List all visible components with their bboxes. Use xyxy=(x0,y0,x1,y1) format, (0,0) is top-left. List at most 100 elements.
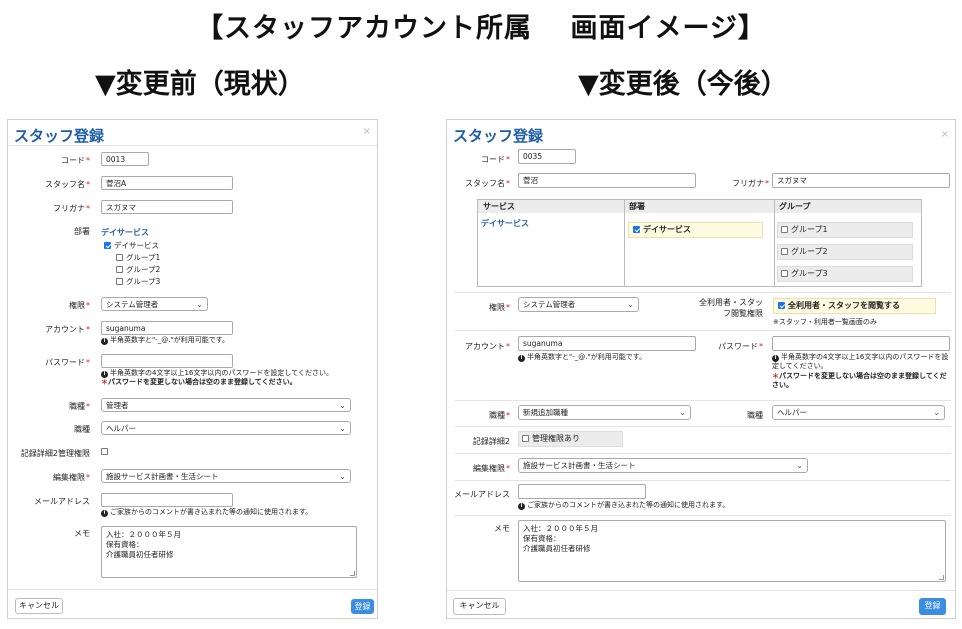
job2-select[interactable]: ヘルパー ⌄ xyxy=(101,421,351,435)
page-title: 【スタッフアカウント所属 画面イメージ】 xyxy=(196,13,766,44)
chevron-down-icon: ⌄ xyxy=(627,300,634,309)
kana-input[interactable]: スガヌマ xyxy=(101,200,233,214)
checkbox-icon xyxy=(522,435,529,442)
password-label: パスワード* xyxy=(718,342,763,351)
mail-input[interactable] xyxy=(101,493,233,507)
group-checkbox-3[interactable]: グループ3 xyxy=(777,266,913,282)
mail-note: i ご家族からのコメントが書き込まれた等の通知に使用されます。 xyxy=(518,501,729,510)
authority-label: 権限* xyxy=(69,301,90,310)
group-checkbox-2[interactable]: グループ2 xyxy=(116,264,160,275)
table-header-dept: 部署 xyxy=(624,200,774,213)
memo-textarea[interactable]: 入社：２０００年５月 保有資格： 介護職員初任者研修 xyxy=(518,520,946,582)
account-input[interactable]: suganuma xyxy=(101,321,233,335)
checkbox-checked-icon xyxy=(104,242,111,249)
close-icon[interactable]: × xyxy=(941,129,949,140)
password-warning: ＊パスワードを変更しない場合は空のまま登録してください。 xyxy=(772,372,947,389)
staff-name-input[interactable]: 菅沼 xyxy=(518,173,696,188)
all-users-label: 全利用者・スタッフ閲覧権限 xyxy=(699,298,763,318)
checkbox-icon xyxy=(781,226,788,233)
resize-handle-icon[interactable] xyxy=(939,575,944,580)
divider xyxy=(455,330,951,331)
password-label: パスワード* xyxy=(45,358,90,367)
kana-input[interactable]: スガヌマ xyxy=(772,173,950,188)
chevron-down-icon: ⌄ xyxy=(933,408,940,417)
asterisk-icon: ＊ xyxy=(772,372,779,380)
checkbox-icon xyxy=(116,278,123,285)
mail-input[interactable] xyxy=(518,484,646,499)
mail-label: メールアドレス xyxy=(34,497,90,506)
submit-button[interactable]: 登録 xyxy=(919,598,946,615)
code-label: コード* xyxy=(481,155,510,164)
password-note: i 半角英数字の4文字以上16文字以内のパスワードを設定してください。 xyxy=(101,369,376,378)
account-input[interactable]: suganuma xyxy=(518,336,696,351)
record-checkbox[interactable] xyxy=(101,447,111,456)
code-input[interactable]: 0013 xyxy=(101,152,149,166)
group-checkbox-2[interactable]: グループ2 xyxy=(777,244,913,260)
dept-label: 部署 xyxy=(74,227,90,236)
mail-note: i ご家族からのコメントが書き込まれた等の通知に使用されます。 xyxy=(101,508,312,517)
checkbox-icon xyxy=(116,254,123,261)
job2-select[interactable]: ヘルパー ⌄ xyxy=(772,405,945,420)
password-input[interactable] xyxy=(101,354,233,368)
chevron-down-icon: ⌄ xyxy=(339,424,346,433)
group-checkbox-1[interactable]: グループ1 xyxy=(116,252,160,263)
checkbox-icon xyxy=(101,448,108,455)
divider xyxy=(455,515,951,516)
account-note: i 半角英数字と"-_@."が利用可能です。 xyxy=(101,336,229,345)
edit-select[interactable]: 施設サービス計画書・生活シート ⌄ xyxy=(518,458,808,473)
memo-textarea[interactable]: 入社：２０００年５月 保有資格： 介護職員初任者研修 xyxy=(101,526,357,578)
dept-checkbox[interactable]: デイサービス xyxy=(104,240,159,251)
close-icon[interactable]: × xyxy=(363,126,371,137)
password-warning: ＊パスワードを変更しない場合は空のまま登録してください。 xyxy=(101,378,297,386)
divider xyxy=(8,589,377,590)
checkbox-icon xyxy=(116,266,123,273)
kana-label: フリガナ* xyxy=(53,204,90,213)
job-select[interactable]: 管理者 ⌄ xyxy=(101,398,351,412)
account-label: アカウント* xyxy=(45,325,90,334)
edit-select[interactable]: 施設サービス計画書・生活シート ⌄ xyxy=(101,469,351,483)
account-note: i 半角英数字と"-_@."が利用可能です。 xyxy=(518,353,646,362)
all-users-checkbox[interactable]: 全利用者・スタッフを閲覧する xyxy=(773,298,936,314)
staff-name-label: スタッフ名* xyxy=(45,180,90,189)
divider xyxy=(455,453,951,454)
authority-select[interactable]: システム管理者 ⌄ xyxy=(518,297,639,312)
submit-button[interactable]: 登録 xyxy=(351,599,374,614)
cancel-button[interactable]: キャンセル xyxy=(15,598,63,614)
service-link[interactable]: デイサービス xyxy=(481,218,529,229)
info-icon: i xyxy=(101,338,108,345)
divider xyxy=(447,590,955,591)
chevron-down-icon: ⌄ xyxy=(339,472,346,481)
password-note: i 半角英数字の4文字以上16文字以内のパスワードを設定してください。 xyxy=(772,353,949,370)
info-icon: i xyxy=(101,510,108,517)
table-header-service: サービス xyxy=(478,200,624,213)
checkbox-checked-icon xyxy=(633,226,640,233)
info-icon: i xyxy=(518,503,525,510)
record-checkbox[interactable]: 管理権限あり xyxy=(518,431,623,447)
group-checkbox-3[interactable]: グループ3 xyxy=(116,276,160,287)
divider xyxy=(624,200,625,286)
group-checkbox-1[interactable]: グループ1 xyxy=(777,222,913,238)
divider xyxy=(774,200,775,286)
dept-checkbox[interactable]: デイサービス xyxy=(628,222,763,238)
checkbox-checked-icon xyxy=(778,302,785,309)
dept-link[interactable]: デイサービス xyxy=(101,227,149,238)
mail-label: メールアドレス xyxy=(454,490,510,499)
cancel-button[interactable]: キャンセル xyxy=(453,598,506,615)
edit-label: 編集権限* xyxy=(53,473,90,482)
code-input[interactable]: 0035 xyxy=(518,149,576,164)
chevron-down-icon: ⌄ xyxy=(679,408,686,417)
after-dialog: スタッフ登録 × コード* 0035 スタッフ名* 菅沼 フリガナ* スガヌマ … xyxy=(446,119,956,619)
chevron-down-icon: ⌄ xyxy=(796,461,803,470)
dialog-title: スタッフ登録 xyxy=(14,127,105,145)
account-label: アカウント* xyxy=(465,342,510,351)
authority-select[interactable]: システム管理者 ⌄ xyxy=(101,297,208,311)
resize-handle-icon[interactable] xyxy=(350,571,355,576)
memo-label: メモ xyxy=(494,524,510,533)
password-input[interactable] xyxy=(772,336,950,351)
table-header-group: グループ xyxy=(774,200,921,213)
dialog-title: スタッフ登録 xyxy=(453,127,544,145)
info-icon: i xyxy=(518,355,525,362)
job-select[interactable]: 新規追加職種 ⌄ xyxy=(518,405,691,420)
info-icon: i xyxy=(101,371,108,378)
staff-name-input[interactable]: 菅沼A xyxy=(101,176,233,190)
